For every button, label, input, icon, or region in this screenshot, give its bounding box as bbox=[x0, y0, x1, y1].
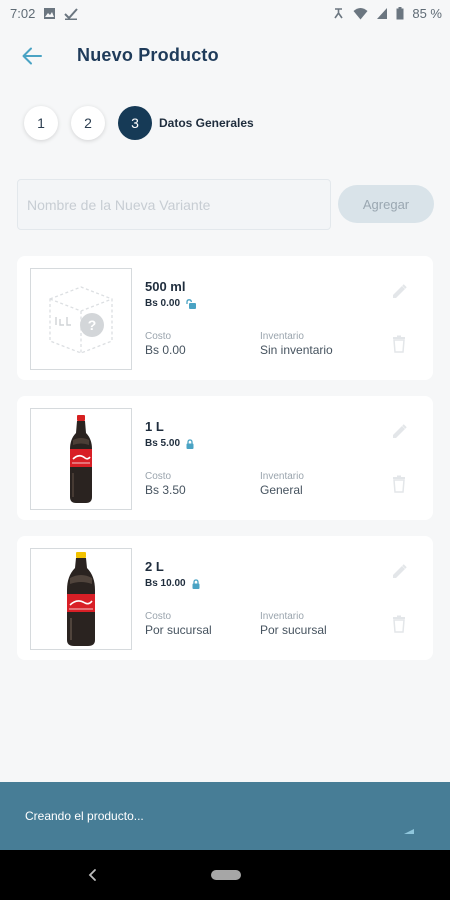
system-navigation-bar bbox=[0, 850, 450, 900]
add-variant-button[interactable]: Agregar bbox=[338, 185, 434, 223]
inventory-value: Por sucursal bbox=[260, 623, 327, 637]
back-button[interactable] bbox=[18, 42, 46, 70]
snackbar: Creando el producto... bbox=[0, 782, 450, 850]
variant-price: Bs 5.00 bbox=[145, 438, 181, 449]
edit-button[interactable] bbox=[390, 283, 408, 301]
progress-icon bbox=[404, 829, 414, 834]
inventory-value: Sin inventario bbox=[260, 343, 333, 357]
variant-card: 1 L Bs 5.00 Costo Bs 3.50 Inventario Gen… bbox=[17, 396, 433, 520]
cola-bottle-2l-image bbox=[67, 552, 95, 646]
status-bar: 7:02 85 % bbox=[0, 0, 450, 26]
variant-image-placeholder: ? bbox=[30, 268, 132, 370]
edit-button[interactable] bbox=[390, 563, 408, 581]
inventory-label: Inventario bbox=[260, 331, 304, 342]
image-notification-icon bbox=[44, 7, 56, 19]
variant-card: ? 500 ml Bs 0.00 Costo Bs 0.00 Inventari… bbox=[17, 256, 433, 380]
inventory-value: General bbox=[260, 483, 303, 497]
signal-icon bbox=[377, 7, 388, 19]
variant-name: 2 L bbox=[145, 559, 164, 574]
pencil-icon bbox=[393, 564, 407, 578]
cost-value: Por sucursal bbox=[145, 623, 212, 637]
price-row: Bs 5.00 bbox=[145, 438, 195, 449]
inventory-label: Inventario bbox=[260, 471, 304, 482]
variant-name-input[interactable] bbox=[17, 179, 331, 230]
svg-text:?: ? bbox=[88, 317, 97, 333]
cost-label: Costo bbox=[145, 331, 172, 342]
cost-label: Costo bbox=[145, 471, 172, 482]
wifi-icon bbox=[353, 7, 368, 19]
page-title: Nuevo Producto bbox=[77, 45, 219, 65]
delete-button[interactable] bbox=[391, 475, 407, 493]
cost-value: Bs 0.00 bbox=[145, 343, 186, 357]
cost-label: Costo bbox=[145, 611, 172, 622]
variant-image bbox=[30, 548, 132, 650]
trash-icon bbox=[393, 615, 405, 633]
placeholder-box-icon: ? bbox=[49, 286, 113, 354]
trash-icon bbox=[393, 475, 405, 493]
active-step-label: Datos Generales bbox=[159, 116, 254, 130]
variant-card: 2 L Bs 10.00 Costo Por sucursal Inventar… bbox=[17, 536, 433, 660]
variant-price: Bs 10.00 bbox=[145, 578, 186, 589]
variant-name: 500 ml bbox=[145, 279, 186, 294]
variant-name: 1 L bbox=[145, 419, 164, 434]
pencil-icon bbox=[393, 424, 407, 438]
snackbar-message: Creando el producto... bbox=[25, 809, 144, 823]
delete-button[interactable] bbox=[391, 335, 407, 353]
pencil-icon bbox=[393, 284, 407, 298]
arrow-left-icon bbox=[22, 47, 42, 65]
nav-home-button[interactable] bbox=[211, 870, 241, 880]
nav-back-icon[interactable] bbox=[86, 866, 100, 884]
cost-value: Bs 3.50 bbox=[145, 483, 186, 497]
step-3[interactable]: 3 bbox=[118, 106, 152, 140]
lock-icon[interactable] bbox=[185, 438, 195, 449]
inventory-label: Inventario bbox=[260, 611, 304, 622]
trash-icon bbox=[393, 335, 405, 353]
variant-image bbox=[30, 408, 132, 510]
edit-button[interactable] bbox=[390, 423, 408, 441]
price-row: Bs 0.00 bbox=[145, 298, 197, 309]
step-1[interactable]: 1 bbox=[24, 106, 58, 140]
status-time: 7:02 bbox=[10, 5, 36, 21]
variant-price: Bs 0.00 bbox=[145, 298, 181, 309]
battery-percent: 85 % bbox=[412, 5, 442, 21]
top-app-bar: Nuevo Producto bbox=[0, 38, 450, 74]
delete-button[interactable] bbox=[391, 615, 407, 633]
stepper: 1 2 3 Datos Generales bbox=[24, 106, 254, 140]
cast-icon bbox=[334, 7, 344, 18]
cola-bottle-1l-image bbox=[70, 415, 92, 503]
check-notification-icon bbox=[64, 7, 79, 20]
lock-icon[interactable] bbox=[191, 578, 201, 589]
battery-icon bbox=[396, 6, 404, 19]
unlocked-icon[interactable] bbox=[185, 298, 197, 309]
price-row: Bs 10.00 bbox=[145, 578, 201, 589]
step-2[interactable]: 2 bbox=[71, 106, 105, 140]
